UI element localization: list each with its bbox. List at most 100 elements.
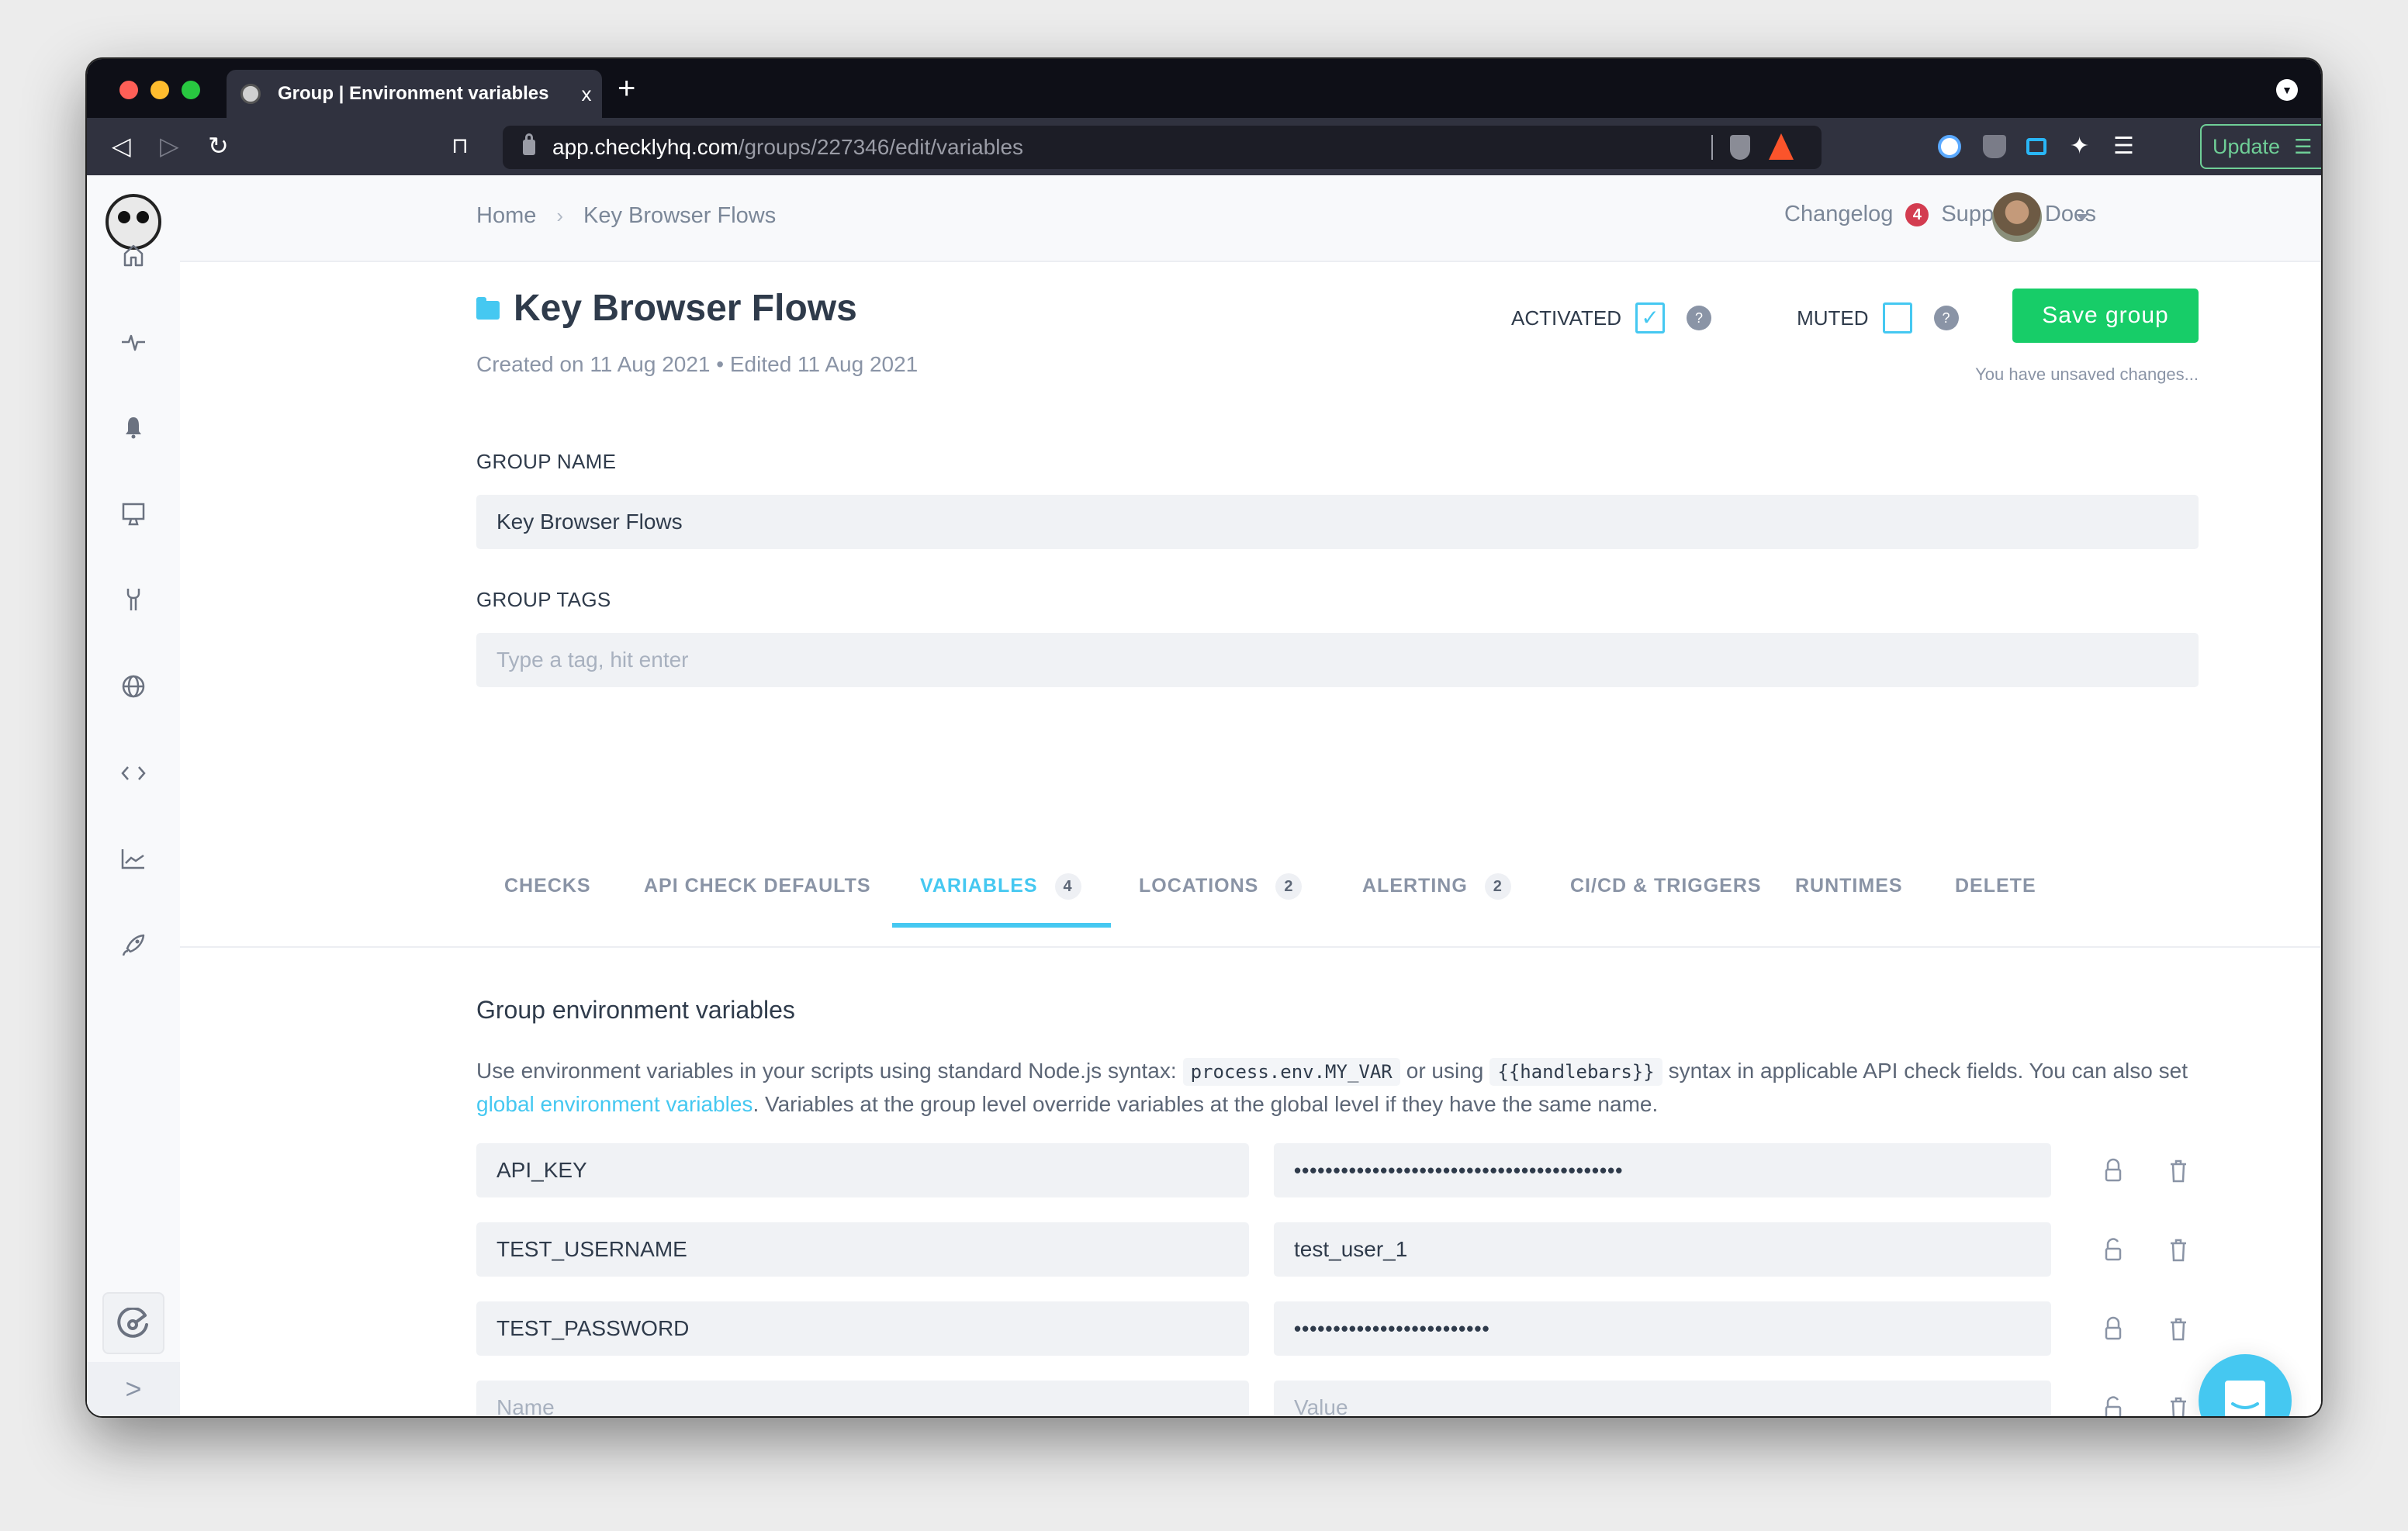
env-var-row-new bbox=[476, 1381, 2199, 1416]
global-env-vars-link[interactable]: global environment variables bbox=[476, 1092, 752, 1116]
user-avatar[interactable] bbox=[1992, 192, 2042, 242]
tab-runtimes[interactable]: RUNTIMES bbox=[1795, 872, 1903, 928]
tab-label: LOCATIONS bbox=[1139, 875, 1259, 897]
tab-alerting[interactable]: ALERTING 2 bbox=[1362, 872, 1511, 928]
tab-delete[interactable]: DELETE bbox=[1955, 872, 2036, 928]
header-links: Changelog 4 Support Docs bbox=[1784, 202, 2096, 227]
env-var-row bbox=[476, 1222, 2199, 1277]
password-manager-extension-icon[interactable] bbox=[1938, 135, 1961, 158]
sidebar-item-code[interactable] bbox=[87, 754, 180, 793]
pocket-extension-icon[interactable] bbox=[1983, 135, 2006, 158]
breadcrumb-home[interactable]: Home bbox=[476, 203, 536, 229]
url-host: app.checklyhq.com bbox=[552, 135, 739, 159]
user-menu-caret-icon[interactable] bbox=[2076, 214, 2088, 221]
browser-update-button[interactable]: Update ☰ bbox=[2200, 124, 2321, 169]
env-var-row bbox=[476, 1301, 2199, 1356]
page-title: Key Browser Flows bbox=[514, 288, 857, 329]
reload-icon[interactable]: ↻ bbox=[208, 132, 229, 160]
chart-icon bbox=[121, 849, 144, 869]
group-tags-input[interactable] bbox=[476, 633, 2199, 687]
breadcrumb-group[interactable]: Key Browser Flows bbox=[583, 203, 776, 229]
forward-icon[interactable]: ▷ bbox=[160, 132, 179, 160]
code-process-env: process.env.MY_VAR bbox=[1182, 1058, 1400, 1086]
lock-open-icon[interactable] bbox=[2098, 1235, 2129, 1266]
gauge-icon bbox=[117, 1308, 148, 1338]
sidebar: > bbox=[87, 175, 180, 1416]
extensions-puzzle-icon[interactable]: ✦ bbox=[2070, 135, 2093, 158]
breadcrumb: Home › Key Browser Flows bbox=[476, 203, 776, 229]
url-divider bbox=[1711, 135, 1713, 160]
sidebar-expand-button[interactable]: > bbox=[87, 1362, 180, 1416]
browser-tab-strip: Group | Environment variables x + ▼ bbox=[87, 59, 2321, 118]
tab-api-check-defaults[interactable]: API CHECK DEFAULTS bbox=[644, 872, 871, 928]
sidebar-item-alerts[interactable] bbox=[87, 408, 180, 447]
group-name-input[interactable] bbox=[476, 495, 2199, 549]
sidebar-item-locations[interactable] bbox=[87, 667, 180, 706]
sidebar-item-maintenance[interactable] bbox=[87, 580, 180, 619]
address-bar[interactable]: app.checklyhq.com/groups/227346/edit/var… bbox=[503, 126, 1822, 169]
rocket-icon bbox=[122, 934, 145, 956]
tab-variables[interactable]: VARIABLES 4 bbox=[892, 872, 1111, 928]
env-var-name-input[interactable] bbox=[476, 1381, 1249, 1416]
sidebar-item-reporting[interactable] bbox=[87, 839, 180, 878]
top-header: Home › Key Browser Flows Changelog 4 Sup… bbox=[180, 175, 2321, 262]
media-playlist-icon[interactable]: ☰ bbox=[2113, 135, 2136, 158]
trash-icon[interactable] bbox=[2163, 1156, 2194, 1187]
browser-window: Group | Environment variables x + ▼ ◁ ▷ … bbox=[87, 59, 2321, 1416]
lock-closed-icon[interactable] bbox=[2098, 1314, 2129, 1345]
trash-icon[interactable] bbox=[2163, 1235, 2194, 1266]
save-group-button[interactable]: Save group bbox=[2012, 289, 2199, 343]
sidebar-item-checks[interactable] bbox=[87, 323, 180, 361]
changelog-link[interactable]: Changelog bbox=[1784, 202, 1893, 227]
trash-icon[interactable] bbox=[2163, 1393, 2194, 1416]
tab-ci-cd-triggers[interactable]: CI/CD & TRIGGERS bbox=[1570, 872, 1762, 928]
desc-text: or using bbox=[1406, 1059, 1484, 1083]
back-icon[interactable]: ◁ bbox=[112, 132, 131, 160]
browser-tab-active[interactable]: Group | Environment variables x bbox=[227, 70, 602, 118]
wrench-icon bbox=[126, 589, 140, 610]
tab-checks[interactable]: CHECKS bbox=[504, 872, 591, 928]
sidebar-status-button[interactable] bbox=[102, 1292, 164, 1354]
env-var-value-input[interactable] bbox=[1274, 1143, 2051, 1197]
tab-locations[interactable]: LOCATIONS 2 bbox=[1139, 872, 1303, 928]
sidebar-item-get-started[interactable] bbox=[87, 926, 180, 965]
env-var-value-input[interactable] bbox=[1274, 1381, 2051, 1416]
maximize-window-button[interactable] bbox=[182, 81, 200, 99]
tab-label: DELETE bbox=[1955, 875, 2036, 897]
env-var-name-input[interactable] bbox=[476, 1301, 1249, 1356]
trash-icon[interactable] bbox=[2163, 1314, 2194, 1345]
tab-search-icon[interactable]: ▼ bbox=[2276, 79, 2298, 101]
group-meta: Created on 11 Aug 2021 • Edited 11 Aug 2… bbox=[476, 352, 919, 376]
bookmark-icon[interactable]: ⊓ bbox=[452, 132, 469, 160]
sidebar-item-dashboards[interactable] bbox=[87, 495, 180, 534]
bell-icon bbox=[126, 417, 141, 439]
code-icon bbox=[121, 766, 146, 780]
lock-closed-icon[interactable] bbox=[2098, 1156, 2129, 1187]
code-handlebars: {{handlebars}} bbox=[1489, 1058, 1662, 1086]
support-chat-launcher[interactable] bbox=[2199, 1354, 2292, 1416]
env-var-name-input[interactable] bbox=[476, 1222, 1249, 1277]
update-label: Update bbox=[2213, 134, 2281, 158]
activated-checkbox[interactable]: ✓ bbox=[1635, 302, 1666, 334]
sidebar-item-home[interactable] bbox=[87, 236, 180, 275]
tab-label: RUNTIMES bbox=[1795, 875, 1903, 897]
env-var-value-input[interactable] bbox=[1274, 1301, 2051, 1356]
tab-close-icon[interactable]: x bbox=[571, 82, 602, 106]
env-var-name-input[interactable] bbox=[476, 1143, 1249, 1197]
tab-label: CHECKS bbox=[504, 875, 591, 897]
video-extension-icon[interactable] bbox=[2026, 138, 2046, 155]
brave-shields-icon[interactable] bbox=[1730, 135, 1750, 160]
group-name-label: GROUP NAME bbox=[476, 450, 617, 473]
muted-help-icon[interactable]: ? bbox=[1933, 306, 1959, 330]
tab-label: VARIABLES bbox=[920, 875, 1038, 897]
activated-help-icon[interactable]: ? bbox=[1687, 306, 1712, 330]
brave-rewards-icon[interactable] bbox=[1769, 133, 1794, 160]
chat-icon bbox=[2225, 1381, 2265, 1416]
env-var-value-input[interactable] bbox=[1274, 1222, 2051, 1277]
lock-open-icon[interactable] bbox=[2098, 1393, 2129, 1416]
muted-checkbox[interactable] bbox=[1882, 302, 1912, 334]
docs-link[interactable]: Docs bbox=[2045, 202, 2096, 227]
new-tab-button[interactable]: + bbox=[618, 73, 635, 104]
minimize-window-button[interactable] bbox=[150, 81, 169, 99]
close-window-button[interactable] bbox=[119, 81, 138, 99]
